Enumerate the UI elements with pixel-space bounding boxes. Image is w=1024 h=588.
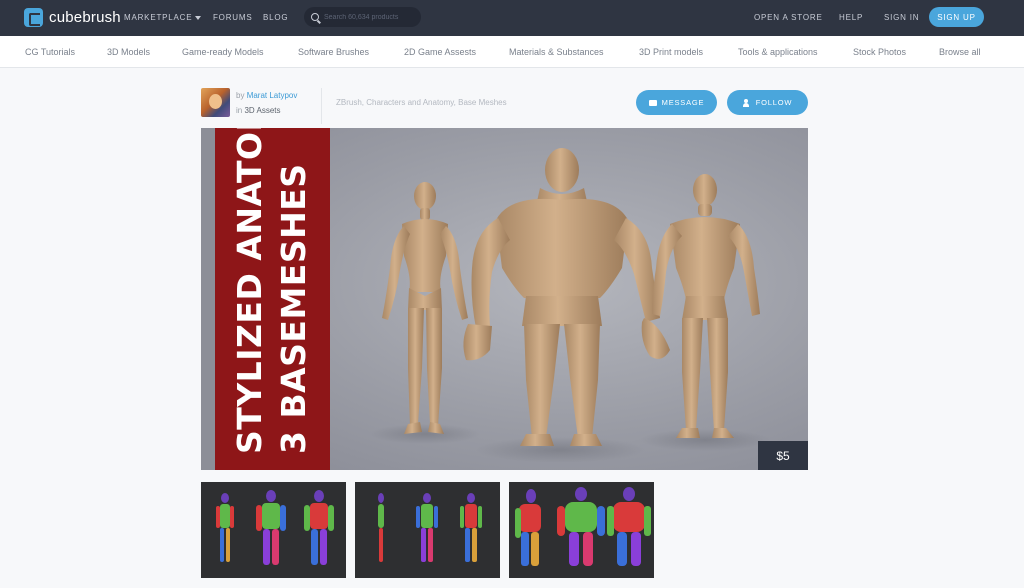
thumbnail-2-figures — [378, 493, 482, 562]
divider — [321, 88, 322, 124]
thumbnail-2[interactable] — [355, 482, 500, 578]
category-2d-game-assets[interactable]: 2D Game Assests — [404, 47, 476, 57]
category-browse-all[interactable]: Browse all — [939, 47, 981, 57]
female-basemesh-figure — [382, 182, 468, 434]
message-button[interactable]: MESSAGE — [636, 90, 717, 115]
bulky-basemesh-figure — [463, 148, 670, 446]
sign-up-button[interactable]: SIGN UP — [929, 7, 984, 27]
category-software-brushes[interactable]: Software Brushes — [298, 47, 369, 57]
cube-logo-icon — [24, 8, 43, 27]
blog-link[interactable]: BLOG — [263, 13, 288, 22]
follow-button[interactable]: FOLLOW — [727, 90, 808, 115]
hero-title-line-2: 3 BASEMESHES — [274, 163, 313, 454]
hero-title-area: STYLIZED ANATOMY 3 BASEMESHES — [215, 128, 330, 470]
category-3d-print-models[interactable]: 3D Print models — [639, 47, 703, 57]
category-stock-photos[interactable]: Stock Photos — [853, 47, 906, 57]
envelope-icon — [648, 99, 657, 106]
category-game-ready-models[interactable]: Game-ready Models — [182, 47, 264, 57]
category-bar: CG Tutorials 3D Models Game-ready Models… — [0, 36, 1024, 68]
product-tags[interactable]: ZBrush, Characters and Anatomy, Base Mes… — [336, 98, 507, 107]
author-avatar[interactable] — [201, 88, 230, 117]
hero-title-line-1: STYLIZED ANATOMY — [230, 128, 269, 454]
category-cg-tutorials[interactable]: CG Tutorials — [25, 47, 75, 57]
category-tools-applications[interactable]: Tools & applications — [738, 47, 818, 57]
price-badge: $5 — [758, 441, 808, 470]
help-link[interactable]: HELP — [839, 13, 863, 22]
logo[interactable]: cubebrush — [24, 8, 121, 27]
category-materials-substances[interactable]: Materials & Substances — [509, 47, 604, 57]
thumbnail-1-figures — [216, 490, 334, 565]
hero-left-strip — [201, 128, 215, 470]
product-category-link[interactable]: 3D Assets — [244, 106, 280, 115]
marketplace-label: MARKETPLACE — [124, 13, 193, 22]
logo-text: cubebrush — [49, 9, 121, 26]
follow-label: FOLLOW — [755, 98, 793, 107]
author-link[interactable]: Marat Latypov — [247, 91, 298, 100]
basemesh-figures-illustration — [370, 148, 770, 463]
hero-title: STYLIZED ANATOMY 3 BASEMESHES — [228, 128, 316, 454]
thumbnail-3-figures — [515, 487, 651, 566]
open-store-link[interactable]: OPEN A STORE — [754, 13, 823, 22]
sign-in-link[interactable]: SIGN IN — [884, 13, 919, 22]
search-box[interactable] — [304, 7, 421, 27]
author-line: by Marat Latypov — [236, 91, 297, 100]
marketplace-menu[interactable]: MARKETPLACE — [124, 13, 202, 22]
user-plus-icon — [742, 98, 751, 107]
in-prefix: in — [236, 106, 243, 115]
by-prefix: by — [236, 91, 245, 100]
search-input[interactable] — [324, 13, 419, 21]
search-icon — [311, 13, 319, 21]
category-3d-models[interactable]: 3D Models — [107, 47, 150, 57]
forums-link[interactable]: FORUMS — [213, 13, 252, 22]
thumbnail-3[interactable] — [509, 482, 654, 578]
product-hero-image[interactable]: STYLIZED ANATOMY 3 BASEMESHES — [201, 128, 808, 470]
top-navigation-bar: cubebrush MARKETPLACE FORUMS BLOG OPEN A… — [0, 0, 1024, 36]
chevron-down-icon — [195, 15, 202, 20]
athletic-basemesh-figure — [652, 174, 760, 438]
message-label: MESSAGE — [661, 98, 705, 107]
thumbnail-1[interactable] — [201, 482, 346, 578]
category-line: in 3D Assets — [236, 106, 280, 115]
